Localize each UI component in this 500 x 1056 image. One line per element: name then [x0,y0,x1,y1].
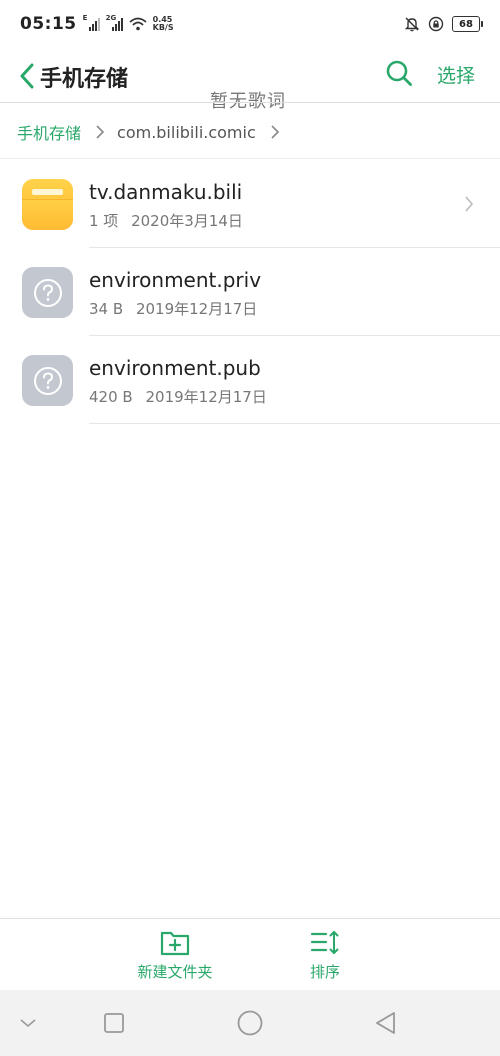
title-divider [0,102,500,103]
system-nav-bar [0,990,500,1056]
signal-1-label: E [82,14,88,22]
chevron-left-icon [20,63,34,89]
bottom-toolbar: 新建文件夹 排序 [0,918,500,990]
signal-2-label: 2G [105,14,117,22]
lyric-overlay: 暂无歌词 [210,91,286,112]
nav-recents-button[interactable] [99,1008,129,1038]
battery-level: 68 [459,18,473,30]
unknown-file-icon [22,355,73,406]
back-button[interactable] [12,58,42,94]
file-list: tv.danmaku.bili 1 项 2020年3月14日 environme… [0,160,500,424]
nav-back-button[interactable] [371,1008,401,1038]
breadcrumb-divider [0,158,500,159]
file-name: environment.pub [89,356,261,380]
file-size: 1 项 [89,212,119,230]
recents-square-icon [104,1013,124,1033]
status-left: 05:15 E 2G 0.45 KB/S [20,14,174,34]
network-speed-unit: KB/S [152,23,174,32]
file-size: 420 B [89,388,133,406]
chevron-right-icon [271,125,279,139]
breadcrumb: 手机存储 com.bilibili.comic [0,112,500,152]
new-folder-label: 新建文件夹 [137,963,213,981]
chevron-right-icon [96,125,105,139]
search-icon [386,60,412,86]
title-bar: 手机存储 选择 暂无歌词 [0,48,500,112]
row-divider [89,423,500,424]
breadcrumb-root[interactable]: 手机存储 [17,120,81,144]
battery-icon: 68 [452,16,483,32]
file-size: 34 B [89,300,124,318]
breadcrumb-current[interactable]: com.bilibili.comic [117,123,256,142]
signal-strength-2-icon: 2G [105,14,123,31]
file-date: 2019年12月17日 [135,300,258,318]
sort-icon [310,931,339,954]
folder-icon [22,179,73,230]
question-mark-icon [33,278,62,307]
back-triangle-icon [376,1012,395,1034]
sort-label: 排序 [309,963,340,981]
status-right: 68 [404,16,483,32]
nav-home-button[interactable] [235,1008,265,1038]
search-button[interactable] [382,56,416,90]
file-date: 2020年3月14日 [131,212,243,230]
lock-rotation-icon [428,16,444,32]
folder-add-icon [160,931,190,956]
file-date: 2019年12月17日 [145,388,267,406]
unknown-file-icon [22,267,73,318]
status-time: 05:15 [20,14,77,34]
wifi-icon [129,17,147,31]
new-folder-button[interactable]: 新建文件夹 [130,929,220,982]
nav-hide-button[interactable] [13,1008,43,1038]
bell-muted-icon [404,17,420,32]
page-title: 手机存储 [40,67,129,92]
file-name: tv.danmaku.bili [89,180,243,204]
list-item[interactable]: tv.danmaku.bili 1 项 2020年3月14日 [0,160,500,248]
question-mark-icon [33,366,62,395]
list-item[interactable]: environment.priv 34 B 2019年12月17日 [0,248,500,336]
file-meta: 420 B 2019年12月17日 [89,386,267,407]
select-button[interactable]: 选择 [437,61,475,88]
sort-button[interactable]: 排序 [290,929,360,982]
signal-strength-1-icon: E [82,14,100,31]
chevron-down-icon [20,1019,36,1028]
network-speed: 0.45 KB/S [153,16,174,32]
status-bar: 05:15 E 2G 0.45 KB/S 68 [0,0,500,48]
file-name: environment.priv [89,268,262,292]
list-item[interactable]: environment.pub 420 B 2019年12月17日 [0,336,500,424]
file-meta: 1 项 2020年3月14日 [89,210,243,231]
chevron-right-icon [465,196,474,212]
file-meta: 34 B 2019年12月17日 [89,298,257,319]
home-circle-icon [237,1010,263,1036]
